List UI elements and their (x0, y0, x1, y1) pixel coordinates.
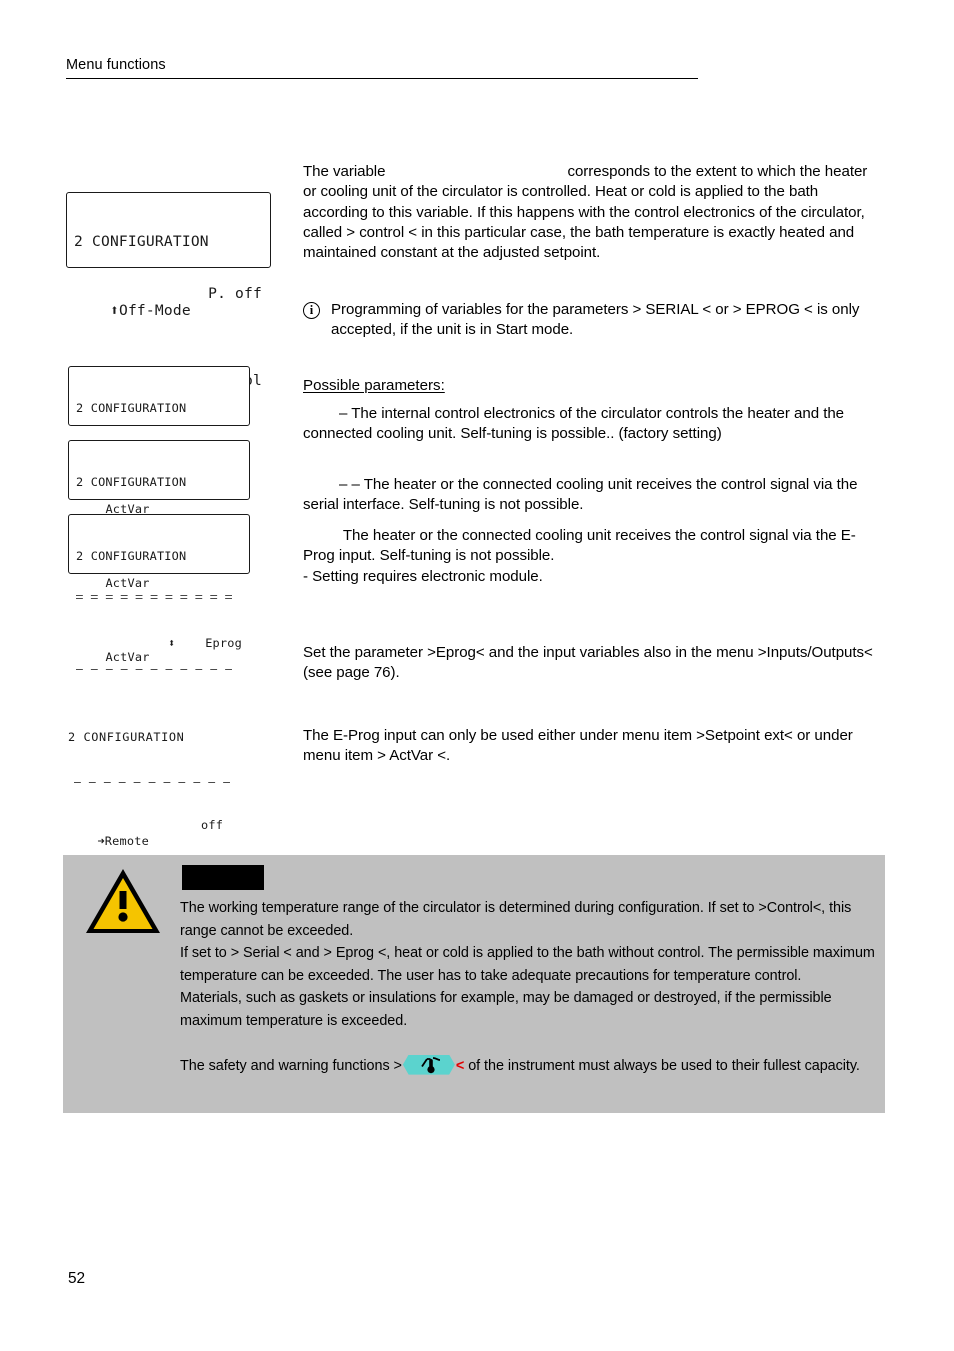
page-number: 52 (68, 1270, 86, 1287)
lcd-marker-right-icon: ➜ (97, 833, 105, 848)
lcd-title: 2 CONFIGURATION (68, 730, 185, 745)
parameter-description-serial: – – The heater or the connected cooling … (303, 475, 883, 516)
intro-text-after: corresponds to the extent to which the h… (303, 163, 868, 262)
parameter-lead-dash: – – (339, 476, 360, 493)
lcd-title: 2 CONFIGURATION (76, 474, 187, 489)
parameter-description-control: – The internal control electronics of th… (303, 404, 883, 445)
warning-final-angle: < (455, 1057, 465, 1074)
parameter-lead-dash: – (339, 405, 348, 422)
lcd-value-actvar: Eprog (205, 635, 242, 650)
lcd-divider: – – – – – – – – – – – (74, 775, 231, 790)
warning-paragraph-3: Materials, such as gaskets or insulation… (180, 990, 832, 1029)
warning-title-redaction-bar (182, 865, 264, 890)
thermometer-icon (402, 1054, 455, 1075)
eprog-usage-paragraph: The E-Prog input can only be used either… (303, 727, 853, 765)
lcd-label-actvar: ActVar (105, 650, 150, 665)
page-header-title: Menu functions (66, 57, 166, 73)
parameter-text: The internal control electronics of the … (303, 405, 845, 443)
page-header: Menu functions (66, 56, 698, 79)
lcd-row-off-mode: ⬆Off-Mode P. off (74, 285, 270, 337)
parameter-text: The heater or the connected cooling unit… (303, 476, 858, 514)
lcd-row-remote: ➜Remote off (68, 818, 276, 847)
parameter-extra-note: - Setting requires electronic module. (303, 567, 543, 585)
lcd-value-off-mode: P. off (208, 285, 262, 303)
warning-paragraph-final: The safety and warning functions > < of t… (180, 1054, 880, 1078)
lcd-title: 2 CONFIGURATION (74, 232, 209, 250)
lcd-row-actvar: ActVar ⬍ Eprog (76, 636, 249, 708)
lcd-divider: – – – – – – – – – – – (76, 591, 233, 606)
warning-final-before: The safety and warning functions > (180, 1057, 402, 1074)
warning-box: The working temperature range of the cir… (63, 855, 885, 1113)
warning-paragraph-2: If set to > Serial < and > Eprog <, heat… (180, 945, 875, 984)
lcd-updown-knob-icon: ⬍ (168, 635, 176, 650)
lcd-title: 2 CONFIGURATION (76, 548, 187, 563)
eprog-note-paragraph: Set the parameter >Eprog< and the input … (303, 644, 873, 682)
parameter-description-eprog: The heater or the connected cooling unit… (303, 526, 883, 587)
intro-paragraph: The variable corresponds to the extent to… (303, 162, 883, 263)
lcd-title: 2 CONFIGURATION (76, 400, 187, 415)
lcd-label-off-mode: Off-Mode (118, 302, 191, 320)
lcd-display-actvar-serial: 2 CONFIGURATION – – – – – – – – – – – Ac… (68, 440, 250, 675)
lcd-value-remote: off (201, 818, 224, 833)
info-icon: i (303, 302, 320, 319)
lcd-display-actvar-eprog: 2 CONFIGURATION – – – – – – – – – – – Ac… (68, 514, 250, 749)
note-text: Programming of variables for the paramet… (331, 301, 860, 339)
lcd-display-configuration-main: 2 CONFIGURATION ⬆Off-ModeP. off ➜ActVarc… (66, 192, 271, 494)
warning-final-after: of the instrument must always be used to… (464, 1057, 860, 1074)
warning-triangle-icon (84, 867, 162, 935)
page-header-rule (66, 78, 698, 79)
warning-paragraph-1: The working temperature range of the cir… (180, 900, 852, 939)
possible-parameters-heading: Possible parameters: (303, 377, 445, 394)
note-block: i Programming of variables for the param… (303, 300, 883, 341)
lcd-display-actvar-control: 2 CONFIGURATION – – – – – – – – – – – Ac… (68, 366, 250, 601)
lcd-label-remote: Remote (104, 833, 149, 848)
warning-body: The working temperature range of the cir… (180, 897, 880, 1077)
lcd-marker-up-icon: ⬆ (109, 302, 119, 320)
parameter-text: The heater or the connected cooling unit… (303, 527, 856, 565)
intro-text-before: The variable (303, 163, 386, 180)
